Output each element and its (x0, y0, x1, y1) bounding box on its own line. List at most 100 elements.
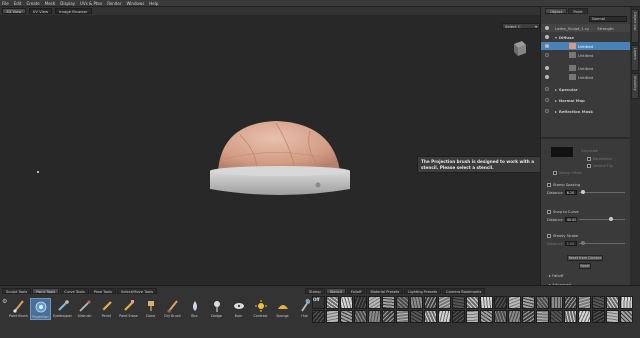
stencil-off-button[interactable]: Off (313, 297, 323, 307)
stencil-thumbnail[interactable] (438, 296, 451, 309)
snap-distance-slider[interactable] (578, 217, 625, 221)
stencil-thumbnail[interactable] (466, 310, 479, 323)
distance-slider[interactable] (578, 190, 625, 194)
stencil-thumbnail[interactable] (536, 310, 549, 323)
tab-curve-tools[interactable]: Curve Tools (60, 288, 89, 294)
steady-stroke-row[interactable]: Steady Stroke (547, 232, 625, 239)
stencil-thumbnail[interactable] (536, 296, 549, 309)
stencil-thumbnail[interactable] (578, 310, 591, 323)
layer-row-4[interactable]: Untitled (541, 73, 631, 81)
channel-row-reflection[interactable]: ▸ Reflection Mask (541, 107, 631, 115)
layer-row-1[interactable]: Untitled (541, 42, 631, 50)
gear-icon[interactable]: ⚙ (305, 298, 310, 305)
tab-material-presets[interactable]: Material Presets (366, 288, 404, 294)
tool-projection[interactable]: Projection (30, 298, 51, 320)
stencil-thumbnail[interactable] (382, 296, 395, 309)
tab-paint-tools[interactable]: Paint Tools (32, 288, 60, 294)
menu-help[interactable]: Help (149, 1, 158, 6)
tab-sculpt-tools[interactable]: Sculpt Tools (2, 288, 32, 294)
stencil-thumbnail[interactable] (522, 296, 535, 309)
snap-curve-row[interactable]: Snap to Curve (547, 208, 625, 215)
slider-knob[interactable] (580, 190, 585, 194)
layer-row-2[interactable]: Untitled (541, 51, 631, 59)
tab-visibility[interactable]: Visibility (631, 73, 639, 99)
menu-windows[interactable]: Windows (126, 1, 144, 6)
tool-paint-brush[interactable]: Paint Brush (8, 298, 29, 320)
randomize-row[interactable]: Randomize (587, 157, 612, 161)
stencil-thumbnail[interactable] (312, 310, 325, 323)
stencil-thumbnail[interactable] (606, 296, 619, 309)
view-cube-icon[interactable] (512, 39, 528, 57)
stamp-spacing-checkbox[interactable] (547, 182, 551, 187)
tab-paint[interactable]: Paint (568, 8, 588, 14)
tab-falloff[interactable]: Falloff (346, 288, 366, 294)
stencil-thumbnail[interactable] (508, 310, 521, 323)
stencil-thumbnail[interactable] (578, 296, 591, 309)
tool-eyedropper[interactable]: Eyedropper (52, 298, 73, 320)
falloff-section[interactable]: ▸ Falloff (549, 273, 563, 278)
stencil-thumbnail[interactable] (396, 310, 409, 323)
vertical-flip-checkbox[interactable] (587, 164, 591, 168)
stencil-thumbnail[interactable] (438, 310, 451, 323)
stencil-thumbnail[interactable] (340, 310, 353, 323)
stencil-thumbnail[interactable] (522, 310, 535, 323)
stencil-thumbnail[interactable] (354, 310, 367, 323)
tool-airbrush[interactable]: Airbrush (74, 298, 95, 320)
menu-mesh[interactable]: Mesh (45, 1, 56, 6)
object-row[interactable]: Lathe_Sculpt_1.cy Strength (541, 24, 631, 32)
eye-icon[interactable] (545, 75, 549, 79)
channel-row-specular[interactable]: ▸ Specular (541, 85, 631, 93)
gear-icon[interactable]: ⚙ (2, 298, 7, 305)
snap-curve-checkbox[interactable] (547, 209, 551, 214)
layer-row-3[interactable]: Untitled (541, 64, 631, 72)
stencil-thumbnail[interactable] (508, 296, 521, 309)
eye-icon[interactable] (545, 44, 549, 48)
tool-blur[interactable]: Blur (184, 298, 205, 320)
reset-from-camera-button[interactable]: Reset from Camera (567, 255, 603, 261)
stencil-thumbnail[interactable] (410, 296, 423, 309)
tool-sponge[interactable]: Sponge (272, 298, 293, 320)
3d-viewport[interactable]: Select C ▾ The Projection brush is desig… (0, 15, 541, 285)
stencil-thumbnail[interactable] (340, 296, 353, 309)
stencil-thumbnail[interactable] (620, 296, 633, 309)
stamp-offset-row[interactable]: Stamp Offset (553, 171, 581, 175)
steady-distance-slider[interactable] (578, 241, 625, 245)
tool-burn[interactable]: Burn (228, 298, 249, 320)
tab-object[interactable]: Object (545, 8, 568, 14)
menu-file[interactable]: File (2, 1, 9, 6)
stencil-thumbnail[interactable] (396, 296, 409, 309)
tool-contrast[interactable]: Contrast (250, 298, 271, 320)
slider-knob[interactable] (580, 241, 585, 245)
stencil-thumbnail[interactable] (354, 296, 367, 309)
menu-uvs[interactable]: UVs & Ptex (80, 1, 102, 6)
camera-select[interactable]: Select C ▾ (502, 23, 540, 29)
tab-lighting-presets[interactable]: Lighting Presets (404, 288, 442, 294)
stencil-thumbnail[interactable] (368, 310, 381, 323)
snap-distance-row[interactable]: Distance 40.00 (547, 216, 625, 223)
stencil-thumbnail[interactable] (452, 296, 465, 309)
stencil-thumbnail[interactable] (368, 296, 381, 309)
tab-camera-bookmarks[interactable]: Camera Bookmarks (442, 288, 486, 294)
steady-stroke-checkbox[interactable] (547, 233, 551, 238)
stencil-thumbnail[interactable] (382, 310, 395, 323)
channel-row-normal-map[interactable]: ▸ Normal Map (541, 96, 631, 104)
stencil-thumbnail[interactable] (424, 296, 437, 309)
tab-select-move-tools[interactable]: Select/Move Tools (117, 288, 157, 294)
tool-pencil[interactable]: Pencil (96, 298, 117, 320)
tool-dry-brush[interactable]: Dry Brush (162, 298, 183, 320)
menu-create[interactable]: Create (26, 1, 39, 6)
steady-distance-row[interactable]: Distance 1.00 (547, 240, 625, 247)
distance-input[interactable]: 6.20 (564, 190, 577, 195)
tab-object-list[interactable]: Object List (631, 9, 639, 43)
stencil-thumbnail[interactable] (620, 310, 633, 323)
stencil-thumbnail[interactable] (466, 296, 479, 309)
stencil-thumbnail[interactable] (480, 310, 493, 323)
tab-stamp[interactable]: Stamp (305, 288, 325, 294)
stencil-thumbnail[interactable] (424, 310, 437, 323)
tab-3d-view[interactable]: 3D View (2, 8, 26, 14)
tab-layers[interactable]: Layers (631, 45, 639, 71)
tab-pose-tools[interactable]: Pose Tools (89, 288, 117, 294)
stamp-spacing-row[interactable]: Stamp Spacing (547, 181, 625, 188)
eye-icon[interactable] (545, 87, 549, 91)
tool-paint-erase[interactable]: Paint Erase (118, 298, 139, 320)
